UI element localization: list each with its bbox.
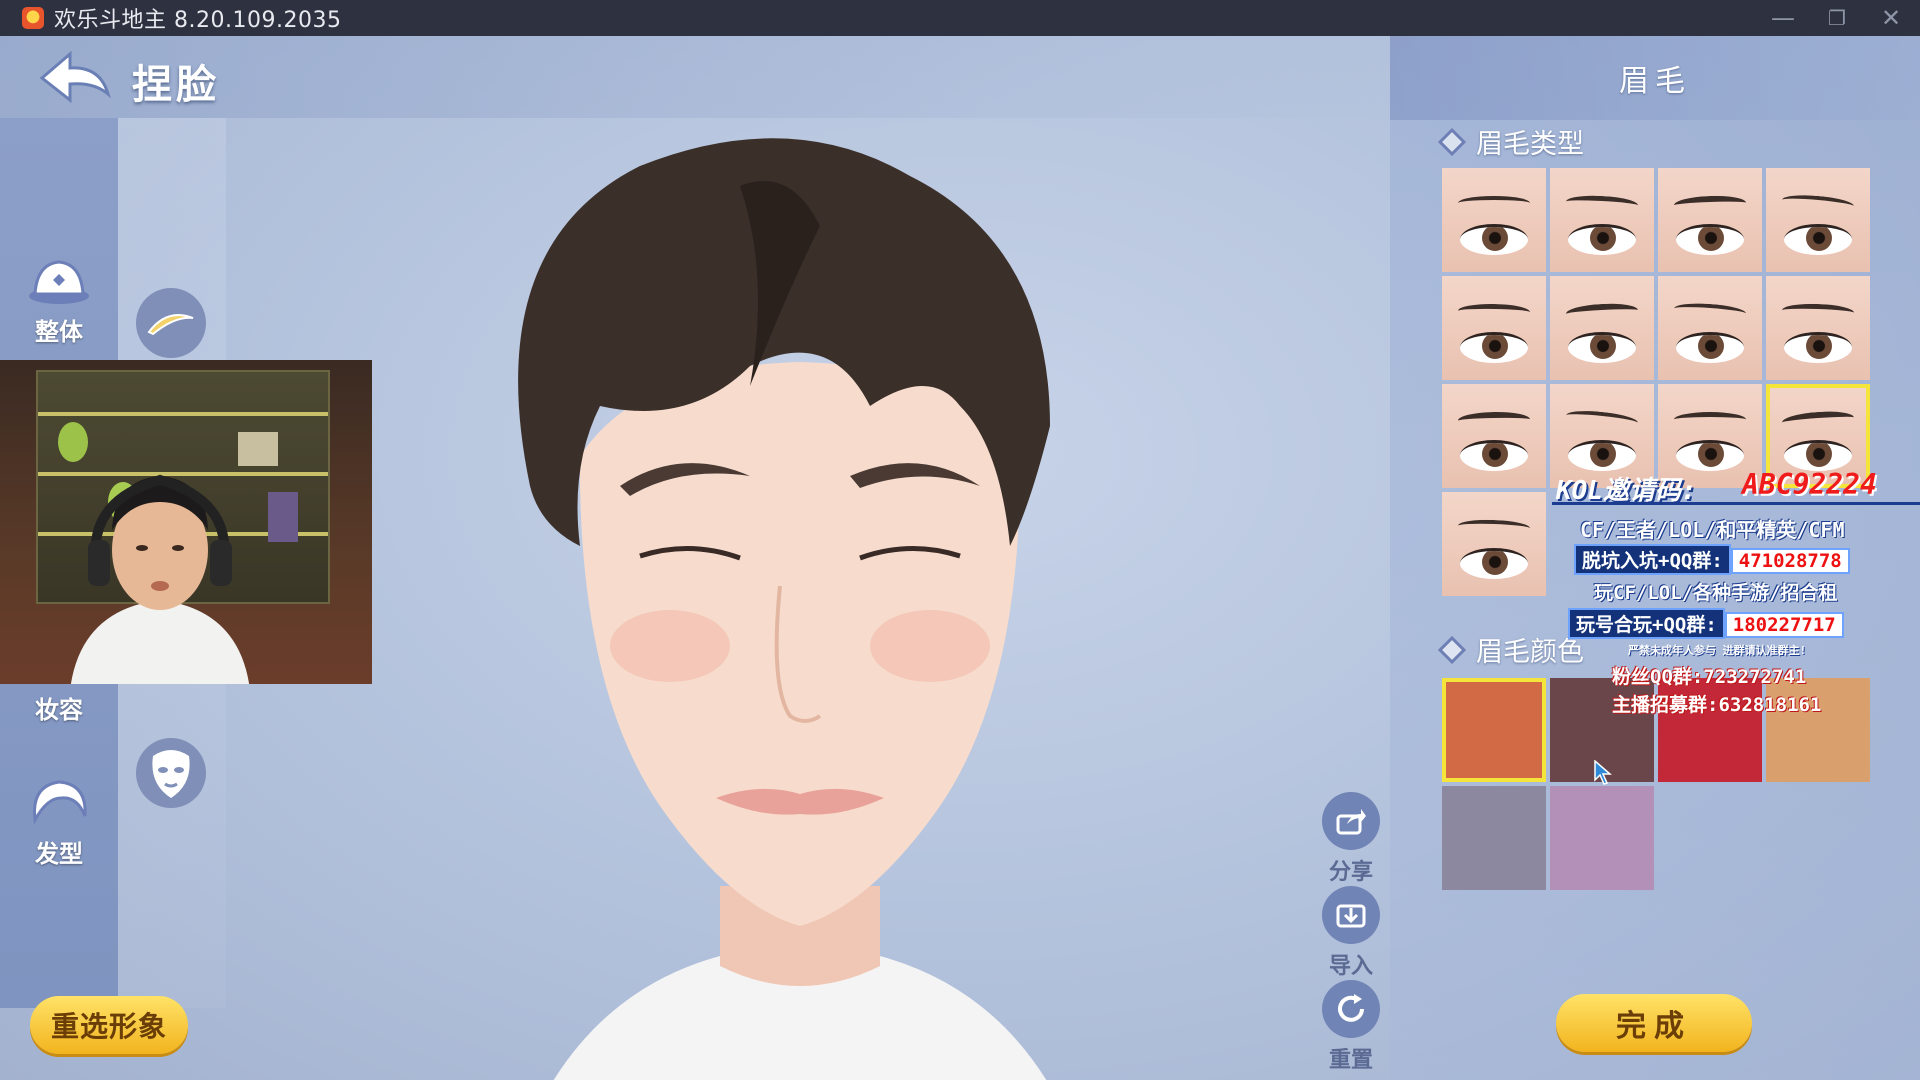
window-titlebar: 欢乐斗地主 8.20.109.2035 — ❐ ✕ (0, 0, 1920, 36)
brow-type-option[interactable] (1442, 276, 1546, 380)
eyebrow-shape-icon (1781, 409, 1855, 431)
brow-type-label: 眉毛类型 (1476, 129, 1584, 160)
minimize-button[interactable]: — (1760, 2, 1806, 34)
eyebrow-shape-icon (1457, 303, 1531, 320)
eyebrow-shape-icon (1458, 196, 1530, 210)
group-2-label: 玩号合玩+QQ群: (1568, 608, 1725, 639)
hair-icon (33, 780, 87, 825)
diamond-icon (1437, 127, 1467, 156)
brow-type-option[interactable] (1550, 168, 1654, 272)
panel-header: 眉毛 (1390, 36, 1920, 120)
eye-icon (1784, 224, 1852, 255)
page-title: 捏脸 (132, 62, 220, 108)
group-1-number: 471028778 (1730, 548, 1850, 574)
group-2-number: 180227717 (1724, 612, 1844, 638)
brow-color-swatch[interactable] (1442, 786, 1546, 890)
eyebrow-category-button[interactable] (136, 288, 206, 358)
eye-icon (1460, 224, 1528, 255)
diamond-icon (1437, 635, 1467, 664)
share-label: 分享 (1328, 860, 1373, 885)
import-button[interactable]: 导入 (1318, 886, 1384, 980)
eyebrow-shape-icon (1673, 194, 1747, 214)
streamer-image (70, 474, 250, 684)
group-1-label: 脱坑入坑+QQ群: (1574, 544, 1731, 575)
eyebrow-shape-icon (1673, 301, 1747, 321)
brow-type-option[interactable] (1442, 384, 1546, 488)
nav-item-label: 发型 (35, 840, 83, 868)
hat-icon (29, 260, 89, 304)
brow-type-heading: 眉毛类型 (1437, 122, 1584, 161)
import-icon (1336, 904, 1366, 928)
eyebrow-shape-icon (1457, 518, 1531, 536)
eyebrow-shape-icon (1781, 302, 1855, 321)
reselect-avatar-button[interactable]: 重选形象 (30, 996, 188, 1054)
character-model[interactable] (490, 126, 1110, 1080)
brow-type-option[interactable] (1442, 492, 1546, 596)
group-1-row: 脱坑入坑+QQ群: 471028778 (1574, 544, 1850, 575)
brow-type-option[interactable] (1442, 168, 1546, 272)
window-title: 欢乐斗地主 8.20.109.2035 (54, 8, 342, 33)
eye-icon (1568, 332, 1636, 363)
eye-icon (1460, 440, 1528, 471)
eyebrow-shape-icon (1781, 192, 1855, 214)
kol-code: ABC92224 (1742, 468, 1877, 501)
eyebrow-shape-icon (1457, 411, 1531, 429)
streamer-group-text: 主播招募群:632818161 (1612, 694, 1822, 716)
eye-icon (1568, 224, 1636, 255)
eye-icon (1460, 332, 1528, 363)
eyebrow-shape-icon (1565, 302, 1639, 322)
share-icon (1336, 809, 1366, 835)
eyebrow-shape-icon (1674, 412, 1746, 427)
import-label: 导入 (1328, 954, 1373, 979)
share-button[interactable]: 分享 (1318, 792, 1384, 886)
mouse-cursor-icon (1594, 760, 1612, 785)
page-header: 捏脸 (0, 36, 1390, 118)
brow-color-swatch[interactable] (1442, 678, 1546, 782)
brow-color-swatch[interactable] (1550, 786, 1654, 890)
brow-type-option[interactable] (1766, 276, 1870, 380)
stream-promo-overlay: KOL邀请码: ABC92224 CF/王者/LOL/和平精英/CFM 脱坑入坑… (1552, 466, 1920, 736)
game-viewport: 捏脸 整体 妆容 发型 分享 导入 重置 眉毛 眉毛类型 眉毛颜色 KOL邀请码… (0, 36, 1920, 1080)
app-icon (22, 7, 44, 29)
restore-button[interactable]: ❐ (1814, 2, 1860, 34)
face-mask-icon (152, 750, 190, 798)
eye-icon (1460, 548, 1528, 579)
webcam-overlay (0, 360, 372, 684)
eye-icon (1784, 332, 1852, 363)
notice-text: 严禁未成年人参与 进群请认准群主! (1628, 644, 1807, 657)
eyebrow-icon (147, 314, 194, 336)
nav-item-label: 整体 (35, 318, 83, 346)
eyebrow-shape-icon (1565, 408, 1639, 430)
games-line-1: CF/王者/LOL/和平精英/CFM (1580, 518, 1845, 542)
eye-icon (1676, 224, 1744, 255)
nav-item-makeup[interactable]: 妆容 (0, 690, 118, 725)
nav-item-overall[interactable]: 整体 (0, 256, 118, 347)
brow-type-option[interactable] (1766, 168, 1870, 272)
nav-item-label: 妆容 (35, 696, 83, 724)
close-button[interactable]: ✕ (1868, 2, 1914, 34)
back-arrow-icon[interactable] (38, 50, 112, 106)
eyebrow-shape-icon (1565, 194, 1639, 213)
done-button[interactable]: 完成 (1556, 994, 1752, 1052)
fan-group-text: 粉丝QQ群:723272741 (1612, 666, 1807, 688)
face-mask-category-button[interactable] (136, 738, 206, 808)
brow-type-option[interactable] (1658, 168, 1762, 272)
reset-icon (1338, 994, 1364, 1022)
games-line-2: 玩CF/LOL/各种手游/招合租 (1594, 582, 1838, 604)
brow-type-option[interactable] (1658, 276, 1762, 380)
reset-button[interactable]: 重置 (1318, 980, 1384, 1074)
brow-type-option[interactable] (1550, 276, 1654, 380)
nav-item-hairstyle[interactable]: 发型 (0, 776, 118, 869)
group-2-row: 玩号合玩+QQ群: 180227717 (1568, 608, 1844, 639)
eye-icon (1676, 332, 1744, 363)
panel-title: 眉毛 (1619, 64, 1691, 99)
reset-label: 重置 (1328, 1048, 1373, 1073)
